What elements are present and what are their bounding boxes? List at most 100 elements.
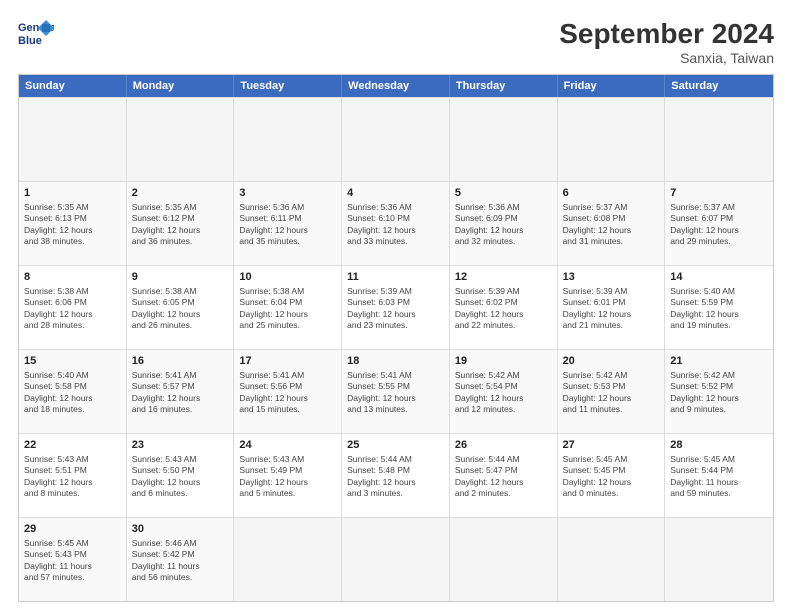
day-number: 24 — [239, 438, 336, 453]
empty-cell — [450, 98, 558, 181]
day-number: 6 — [563, 186, 660, 201]
day-info: Sunrise: 5:36 AM Sunset: 6:10 PM Dayligh… — [347, 202, 416, 246]
day-info: Sunrise: 5:41 AM Sunset: 5:57 PM Dayligh… — [132, 370, 201, 414]
day-cell-1: 1Sunrise: 5:35 AM Sunset: 6:13 PM Daylig… — [19, 182, 127, 265]
day-number: 11 — [347, 270, 444, 285]
day-info: Sunrise: 5:36 AM Sunset: 6:11 PM Dayligh… — [239, 202, 308, 246]
header-day-sunday: Sunday — [19, 75, 127, 97]
day-info: Sunrise: 5:41 AM Sunset: 5:56 PM Dayligh… — [239, 370, 308, 414]
day-info: Sunrise: 5:46 AM Sunset: 5:42 PM Dayligh… — [132, 538, 200, 582]
day-info: Sunrise: 5:42 AM Sunset: 5:53 PM Dayligh… — [563, 370, 632, 414]
day-number: 27 — [563, 438, 660, 453]
day-number: 29 — [24, 522, 121, 537]
day-cell-2: 2Sunrise: 5:35 AM Sunset: 6:12 PM Daylig… — [127, 182, 235, 265]
logo-icon: General Blue — [18, 18, 54, 48]
day-cell-15: 15Sunrise: 5:40 AM Sunset: 5:58 PM Dayli… — [19, 350, 127, 433]
day-number: 20 — [563, 354, 660, 369]
day-info: Sunrise: 5:36 AM Sunset: 6:09 PM Dayligh… — [455, 202, 524, 246]
day-cell-18: 18Sunrise: 5:41 AM Sunset: 5:55 PM Dayli… — [342, 350, 450, 433]
empty-cell — [665, 518, 773, 601]
month-title: September 2024 — [559, 18, 774, 50]
day-info: Sunrise: 5:42 AM Sunset: 5:54 PM Dayligh… — [455, 370, 524, 414]
day-info: Sunrise: 5:45 AM Sunset: 5:43 PM Dayligh… — [24, 538, 92, 582]
day-info: Sunrise: 5:38 AM Sunset: 6:04 PM Dayligh… — [239, 286, 308, 330]
day-cell-27: 27Sunrise: 5:45 AM Sunset: 5:45 PM Dayli… — [558, 434, 666, 517]
calendar-row-5: 29Sunrise: 5:45 AM Sunset: 5:43 PM Dayli… — [19, 517, 773, 601]
day-info: Sunrise: 5:39 AM Sunset: 6:03 PM Dayligh… — [347, 286, 416, 330]
day-number: 18 — [347, 354, 444, 369]
day-cell-16: 16Sunrise: 5:41 AM Sunset: 5:57 PM Dayli… — [127, 350, 235, 433]
day-number: 12 — [455, 270, 552, 285]
day-info: Sunrise: 5:44 AM Sunset: 5:48 PM Dayligh… — [347, 454, 416, 498]
day-info: Sunrise: 5:43 AM Sunset: 5:51 PM Dayligh… — [24, 454, 93, 498]
day-number: 26 — [455, 438, 552, 453]
day-info: Sunrise: 5:40 AM Sunset: 5:59 PM Dayligh… — [670, 286, 739, 330]
day-number: 25 — [347, 438, 444, 453]
day-cell-11: 11Sunrise: 5:39 AM Sunset: 6:03 PM Dayli… — [342, 266, 450, 349]
empty-cell — [342, 518, 450, 601]
day-number: 7 — [670, 186, 768, 201]
day-info: Sunrise: 5:39 AM Sunset: 6:02 PM Dayligh… — [455, 286, 524, 330]
calendar-row-1: 1Sunrise: 5:35 AM Sunset: 6:13 PM Daylig… — [19, 181, 773, 265]
day-info: Sunrise: 5:35 AM Sunset: 6:12 PM Dayligh… — [132, 202, 201, 246]
empty-cell — [558, 518, 666, 601]
day-number: 13 — [563, 270, 660, 285]
day-info: Sunrise: 5:44 AM Sunset: 5:47 PM Dayligh… — [455, 454, 524, 498]
day-cell-23: 23Sunrise: 5:43 AM Sunset: 5:50 PM Dayli… — [127, 434, 235, 517]
day-cell-25: 25Sunrise: 5:44 AM Sunset: 5:48 PM Dayli… — [342, 434, 450, 517]
empty-cell — [234, 98, 342, 181]
day-info: Sunrise: 5:38 AM Sunset: 6:06 PM Dayligh… — [24, 286, 93, 330]
empty-cell — [19, 98, 127, 181]
calendar: SundayMondayTuesdayWednesdayThursdayFrid… — [18, 74, 774, 602]
day-cell-13: 13Sunrise: 5:39 AM Sunset: 6:01 PM Dayli… — [558, 266, 666, 349]
day-info: Sunrise: 5:45 AM Sunset: 5:44 PM Dayligh… — [670, 454, 738, 498]
day-number: 16 — [132, 354, 229, 369]
header-day-friday: Friday — [558, 75, 666, 97]
day-cell-29: 29Sunrise: 5:45 AM Sunset: 5:43 PM Dayli… — [19, 518, 127, 601]
day-number: 2 — [132, 186, 229, 201]
calendar-header: SundayMondayTuesdayWednesdayThursdayFrid… — [19, 75, 773, 97]
day-cell-20: 20Sunrise: 5:42 AM Sunset: 5:53 PM Dayli… — [558, 350, 666, 433]
empty-cell — [450, 518, 558, 601]
day-number: 3 — [239, 186, 336, 201]
header: General Blue September 2024 Sanxia, Taiw… — [18, 18, 774, 66]
header-day-tuesday: Tuesday — [234, 75, 342, 97]
day-info: Sunrise: 5:35 AM Sunset: 6:13 PM Dayligh… — [24, 202, 93, 246]
day-cell-4: 4Sunrise: 5:36 AM Sunset: 6:10 PM Daylig… — [342, 182, 450, 265]
day-cell-12: 12Sunrise: 5:39 AM Sunset: 6:02 PM Dayli… — [450, 266, 558, 349]
header-day-wednesday: Wednesday — [342, 75, 450, 97]
day-info: Sunrise: 5:39 AM Sunset: 6:01 PM Dayligh… — [563, 286, 632, 330]
day-number: 17 — [239, 354, 336, 369]
empty-cell — [665, 98, 773, 181]
day-cell-5: 5Sunrise: 5:36 AM Sunset: 6:09 PM Daylig… — [450, 182, 558, 265]
header-day-thursday: Thursday — [450, 75, 558, 97]
day-number: 30 — [132, 522, 229, 537]
day-info: Sunrise: 5:42 AM Sunset: 5:52 PM Dayligh… — [670, 370, 739, 414]
empty-cell — [342, 98, 450, 181]
day-number: 8 — [24, 270, 121, 285]
empty-cell — [234, 518, 342, 601]
day-number: 10 — [239, 270, 336, 285]
day-number: 9 — [132, 270, 229, 285]
day-cell-8: 8Sunrise: 5:38 AM Sunset: 6:06 PM Daylig… — [19, 266, 127, 349]
day-number: 21 — [670, 354, 768, 369]
day-info: Sunrise: 5:43 AM Sunset: 5:50 PM Dayligh… — [132, 454, 201, 498]
day-info: Sunrise: 5:41 AM Sunset: 5:55 PM Dayligh… — [347, 370, 416, 414]
calendar-row-2: 8Sunrise: 5:38 AM Sunset: 6:06 PM Daylig… — [19, 265, 773, 349]
calendar-row-0 — [19, 97, 773, 181]
day-cell-14: 14Sunrise: 5:40 AM Sunset: 5:59 PM Dayli… — [665, 266, 773, 349]
day-info: Sunrise: 5:43 AM Sunset: 5:49 PM Dayligh… — [239, 454, 308, 498]
subtitle: Sanxia, Taiwan — [559, 50, 774, 66]
day-cell-30: 30Sunrise: 5:46 AM Sunset: 5:42 PM Dayli… — [127, 518, 235, 601]
day-info: Sunrise: 5:37 AM Sunset: 6:07 PM Dayligh… — [670, 202, 739, 246]
day-number: 28 — [670, 438, 768, 453]
day-cell-7: 7Sunrise: 5:37 AM Sunset: 6:07 PM Daylig… — [665, 182, 773, 265]
logo: General Blue — [18, 18, 54, 48]
day-cell-10: 10Sunrise: 5:38 AM Sunset: 6:04 PM Dayli… — [234, 266, 342, 349]
calendar-row-4: 22Sunrise: 5:43 AM Sunset: 5:51 PM Dayli… — [19, 433, 773, 517]
day-number: 19 — [455, 354, 552, 369]
svg-text:Blue: Blue — [18, 35, 42, 47]
day-info: Sunrise: 5:38 AM Sunset: 6:05 PM Dayligh… — [132, 286, 201, 330]
day-info: Sunrise: 5:37 AM Sunset: 6:08 PM Dayligh… — [563, 202, 632, 246]
day-number: 5 — [455, 186, 552, 201]
